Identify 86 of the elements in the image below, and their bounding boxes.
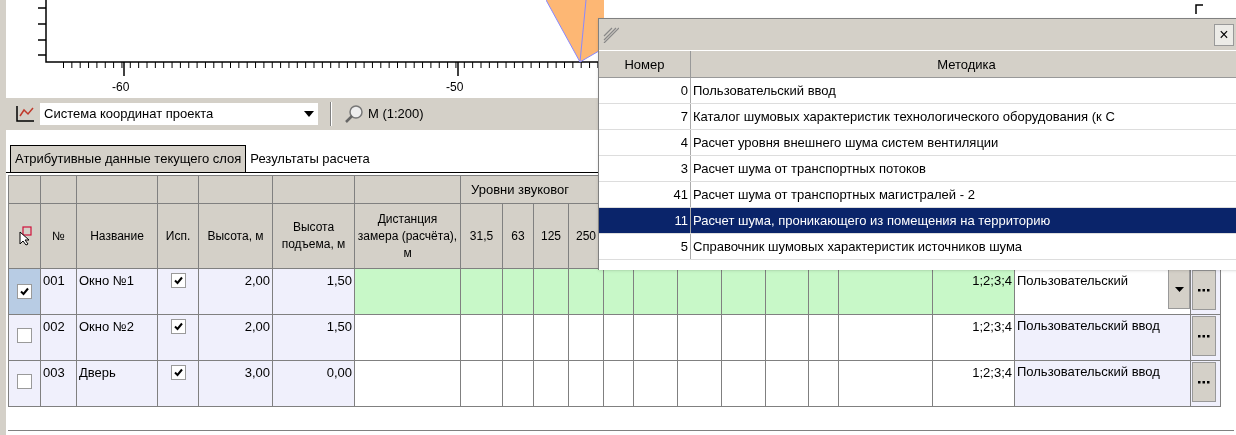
dropdown-arrow-icon [1174, 286, 1184, 292]
tab[interactable]: Атрибутивные данные текущего слоя [10, 145, 247, 172]
check-icon [173, 322, 183, 331]
table-cell: 0,00 [272, 360, 355, 407]
method-list-item[interactable]: 11 Расчет шума, проникающего из помещения на территорию [599, 208, 1236, 234]
table-cell: Дверь [76, 360, 158, 407]
table-row[interactable]: 003 Дверь 3,00 0,00 1;2;3;4 Пользовательский ввод [8, 360, 1221, 407]
grip-icon[interactable] [603, 26, 619, 43]
axis-label: -50 [446, 79, 464, 96]
table-cell [721, 360, 766, 407]
corner-mark-icon [1195, 4, 1203, 14]
checkbox[interactable] [170, 273, 186, 288]
ellipsis-icon [1198, 380, 1210, 384]
table-cell [568, 314, 604, 361]
table-cell: Пользовательский ввод [1014, 360, 1191, 407]
table-cell: Пользовательский ввод [1014, 314, 1191, 361]
checkbox[interactable] [170, 365, 186, 380]
scale-label: М (1:200) [368, 105, 424, 124]
header-cell [157, 175, 199, 204]
table-cell: 1,50 [272, 314, 355, 361]
dropdown-arrow-icon [304, 111, 314, 117]
table-cell: 2,00 [198, 268, 273, 315]
dropdown-button[interactable] [1168, 269, 1190, 309]
coordinate-system-dropdown[interactable]: Система координат проекта [40, 103, 318, 125]
column-header: № [40, 203, 77, 269]
column-header: 63 [502, 203, 534, 269]
column-header: 125 [533, 203, 569, 269]
table-cell [533, 314, 569, 361]
table-cell [633, 314, 678, 361]
ellipsis-icon [1198, 334, 1210, 338]
column-header: Исп. [157, 203, 199, 269]
method-list-item[interactable]: 3 Расчет шума от транспортных потоков [599, 156, 1236, 182]
table-cell [460, 314, 503, 361]
close-button[interactable]: × [1214, 23, 1234, 46]
checkbox[interactable] [170, 319, 186, 334]
ellipsis-button[interactable] [1192, 362, 1216, 402]
column-header: Высота, м [198, 203, 273, 269]
table-cell [721, 314, 766, 361]
axis-label: -60 [112, 79, 130, 96]
method-list-item[interactable]: 7 Каталог шумовых характеристик технологического оборудования (к С [599, 104, 1236, 130]
table-cell: 003 [40, 360, 77, 407]
header-cell [40, 175, 77, 204]
table-cell: 1;2;3;4 [932, 314, 1015, 361]
table-row[interactable]: 002 Окно №2 2,00 1,50 1;2;3;4 Пользовательский ввод [8, 314, 1221, 361]
table-cell [460, 268, 503, 315]
table-cell [533, 360, 569, 407]
table-cell [568, 360, 604, 407]
magnifier-icon[interactable] [344, 104, 364, 124]
column-header: Методика [936, 56, 997, 74]
table-cell [677, 360, 722, 407]
method-list-item[interactable]: 5 Справочник шумовых характеристик источников шума [599, 234, 1236, 260]
table-cell: 1,50 [272, 268, 355, 315]
table-cell [765, 360, 809, 407]
ellipsis-button[interactable] [1192, 316, 1216, 356]
table-cell [633, 360, 678, 407]
table-cell: 1;2;3;4 [932, 268, 1015, 315]
table-cell: 1;2;3;4 [932, 360, 1015, 407]
table-cell [765, 314, 809, 361]
table-cell: Окно №2 [76, 314, 158, 361]
table-cell: 001 [40, 268, 77, 315]
column-header: 31,5 [460, 203, 503, 269]
table-cell: 2,00 [198, 314, 273, 361]
column-header: Дистанция замера (расчёта), м [354, 203, 461, 269]
check-icon [20, 286, 29, 296]
check-icon [173, 276, 183, 285]
column-header: Высота подъема, м [272, 203, 355, 269]
checkbox[interactable] [17, 327, 32, 343]
table-cell: 002 [40, 314, 77, 361]
table-cell: 3,00 [198, 360, 273, 407]
column-header: Название [76, 203, 158, 269]
table-cell [460, 360, 503, 407]
table-cell [677, 314, 722, 361]
method-list-item[interactable]: 4 Расчет уровня внешнего шума систем вентиляции [599, 130, 1236, 156]
method-list-item[interactable]: 0 Пользовательский ввод [599, 78, 1236, 104]
table-cell [533, 268, 569, 315]
column-header: Номер [599, 51, 691, 77]
ellipsis-icon [1198, 288, 1210, 292]
method-list-item[interactable]: 41 Расчет шума от транспортных магистралей - 2 [599, 182, 1236, 208]
ellipsis-button[interactable] [1192, 270, 1216, 310]
table-cell: Окно №1 [76, 268, 158, 315]
cursor-icon [16, 226, 33, 246]
checkbox[interactable] [17, 373, 32, 389]
table-row[interactable]: 001 Окно №1 2,00 1,50 1;2;3;4 Пользовательский [8, 268, 1221, 315]
coordinate-axes-icon[interactable] [14, 104, 36, 124]
check-icon [173, 368, 183, 377]
checkbox[interactable] [17, 283, 32, 299]
